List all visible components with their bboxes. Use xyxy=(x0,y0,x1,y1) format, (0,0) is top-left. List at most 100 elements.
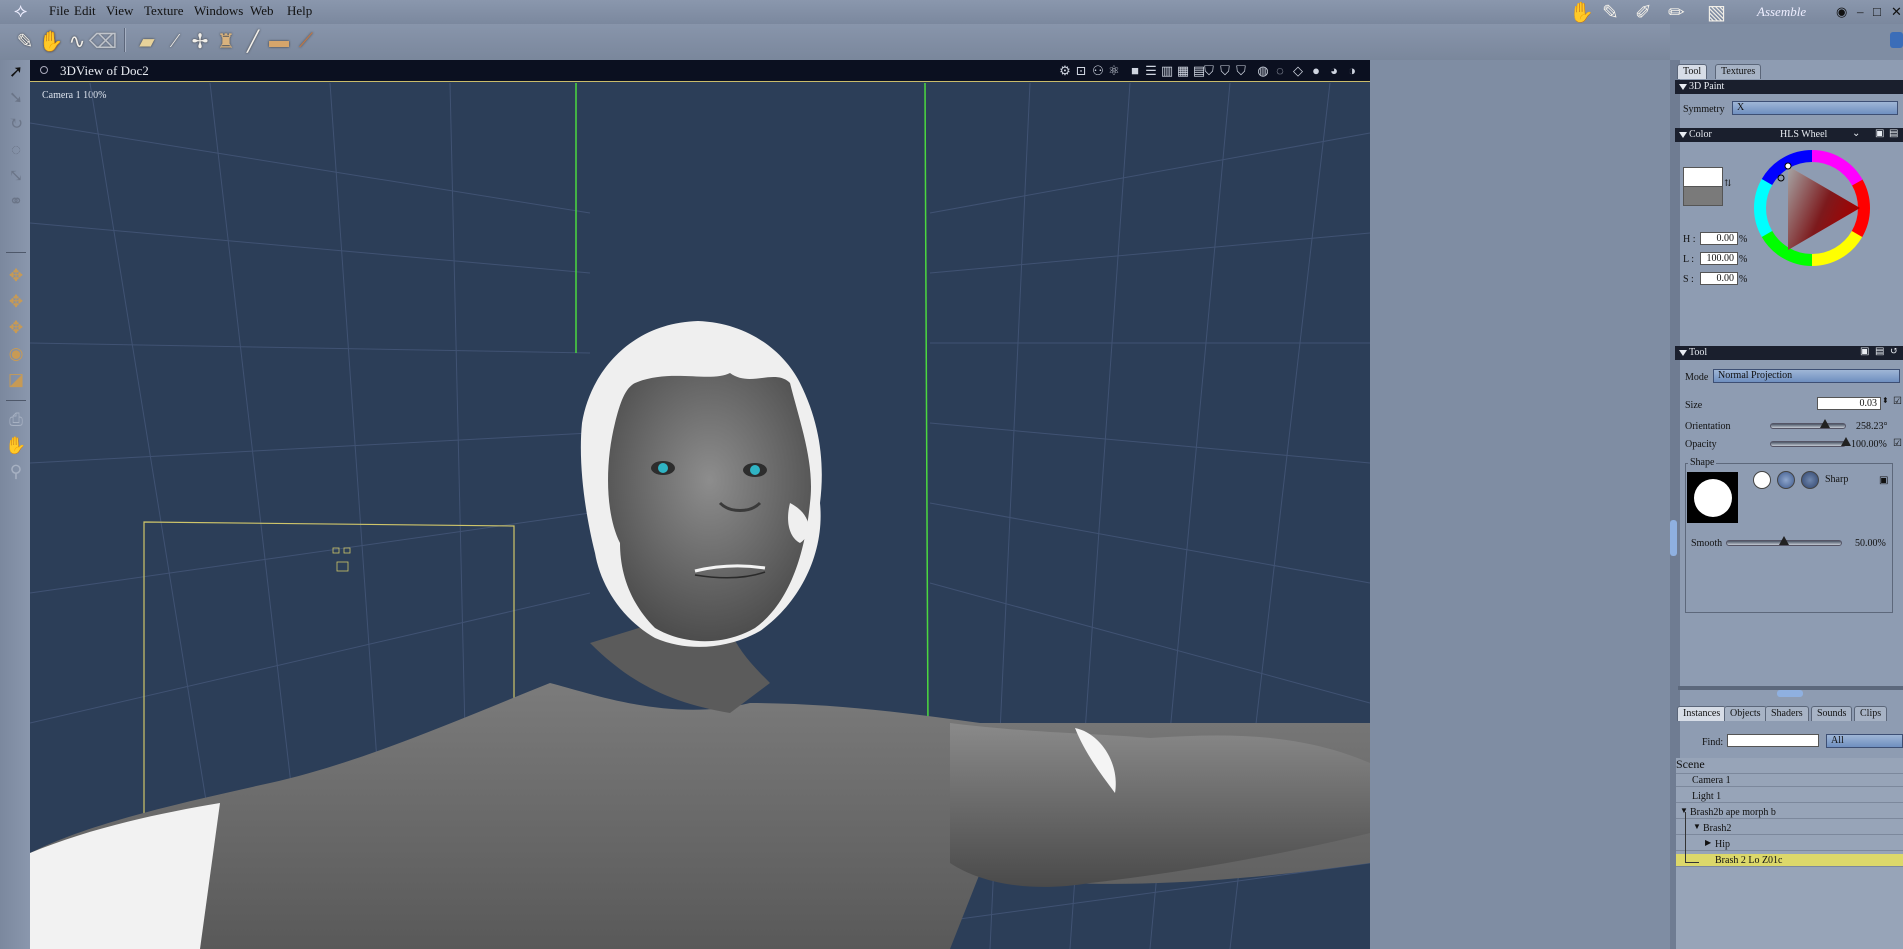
color-mode-dropdown[interactable]: HLS Wheel xyxy=(1780,129,1827,140)
tool-float-icon[interactable]: ▤ xyxy=(1875,346,1884,357)
3d-paint-tool-icon[interactable]: ✎ xyxy=(12,28,38,54)
tab-tool[interactable]: Tool xyxy=(1677,64,1708,79)
tab-sounds[interactable]: Sounds xyxy=(1811,706,1853,721)
smooth-shaded-icon[interactable]: ● xyxy=(1308,63,1324,79)
airbrush-icon[interactable]: ✢ xyxy=(187,28,213,54)
tree-item-brash2[interactable]: Brash2 xyxy=(1676,822,1903,835)
eye-icon[interactable]: ◉ xyxy=(1836,4,1847,20)
room-texture-map-icon[interactable]: ▧ xyxy=(1707,0,1726,25)
texture-sphere-icon[interactable]: ◑ xyxy=(1344,63,1360,79)
opacity-slider[interactable] xyxy=(1770,441,1846,447)
layout-single-icon[interactable]: ■ xyxy=(1127,63,1143,79)
panel-toggle-button[interactable] xyxy=(1890,32,1903,48)
gear-icon[interactable]: ⚛ xyxy=(1106,63,1122,79)
paint-bucket-icon[interactable]: ▰ xyxy=(134,28,160,54)
size-field[interactable]: 0.03 xyxy=(1817,397,1881,410)
menu-texture[interactable]: Texture xyxy=(144,3,184,19)
menu-help[interactable]: Help xyxy=(287,3,312,19)
panel-collapse-handle[interactable] xyxy=(1670,520,1677,556)
twist-icon[interactable]: ◌ xyxy=(4,138,28,162)
brush-icon[interactable]: ⁄ xyxy=(162,28,188,54)
tab-shaders[interactable]: Shaders xyxy=(1765,706,1809,721)
tab-instances[interactable]: Instances xyxy=(1677,706,1727,721)
shape-hard-icon[interactable] xyxy=(1753,471,1771,489)
chevron-down-icon[interactable]: ⌄ xyxy=(1852,128,1860,139)
viewport-scene[interactable] xyxy=(30,83,1370,949)
render-icon[interactable]: ⚙ xyxy=(1057,63,1073,79)
hls-color-wheel[interactable] xyxy=(1752,148,1872,268)
tree-item-figure[interactable]: Brash2b ape morph b xyxy=(1676,806,1903,819)
maximize-button[interactable]: □ xyxy=(1873,4,1881,20)
tab-clips[interactable]: Clips xyxy=(1854,706,1888,721)
find-input[interactable] xyxy=(1727,734,1819,747)
preview-icon[interactable]: ◍ xyxy=(1255,63,1271,79)
tree-item-light[interactable]: Light 1 xyxy=(1676,790,1903,803)
swap-colors-icon[interactable]: ⇅ xyxy=(1724,178,1732,189)
move-xy-icon[interactable]: ✥ xyxy=(4,264,28,288)
minimize-button[interactable]: – xyxy=(1857,4,1864,20)
l-field[interactable]: 100.00 xyxy=(1700,252,1738,265)
view-cube-icon[interactable]: ◪ xyxy=(4,368,28,392)
tree-item-hip[interactable]: Hip xyxy=(1676,838,1903,851)
mode-dropdown[interactable]: Normal Projection xyxy=(1713,369,1900,383)
pencil-icon[interactable]: ╱ xyxy=(240,28,266,54)
eraser-icon[interactable]: ⌫ xyxy=(89,28,117,54)
background-color-swatch[interactable] xyxy=(1683,186,1723,206)
tool-reset-icon[interactable]: ↺ xyxy=(1890,346,1898,357)
stamp-icon[interactable]: ♜ xyxy=(213,28,239,54)
smooth-brush-icon[interactable]: ∿ xyxy=(64,28,90,54)
shield-outline-icon[interactable]: ⛉ xyxy=(1233,63,1249,79)
menu-file[interactable]: File xyxy=(49,3,69,19)
menu-view[interactable]: View xyxy=(106,3,133,19)
link-icon[interactable]: ⚭ xyxy=(4,190,28,214)
scene-root[interactable]: Scene xyxy=(1676,758,1903,774)
opacity-checkbox[interactable]: ☑ xyxy=(1893,438,1902,449)
shield-icon[interactable]: ⛉ xyxy=(1201,63,1217,79)
shield-half-icon[interactable]: ⛉ xyxy=(1217,63,1233,79)
pattern-brush-icon[interactable]: ▬ xyxy=(266,28,292,54)
room-shape-icon[interactable]: ✎ xyxy=(1602,0,1619,25)
box-icon[interactable]: ◇ xyxy=(1290,63,1306,79)
lock-icon[interactable]: ⊡ xyxy=(1073,63,1089,79)
tab-textures[interactable]: Textures xyxy=(1715,64,1762,79)
tree-item-selected[interactable]: Brash 2 Lo Z01c xyxy=(1676,854,1903,867)
rotate-icon[interactable]: ↻ xyxy=(4,112,28,136)
layout-split-h-icon[interactable]: ☰ xyxy=(1143,63,1159,79)
orientation-slider[interactable] xyxy=(1770,423,1846,429)
panel-float-icon[interactable]: ▤ xyxy=(1889,128,1898,139)
section-3d-paint[interactable]: 3D Paint xyxy=(1675,80,1903,94)
eyedropper-icon[interactable]: ⟋ xyxy=(293,28,319,54)
wire-icon[interactable]: ◌ xyxy=(1272,63,1288,79)
s-field[interactable]: 0.00 xyxy=(1700,272,1738,285)
filter-dropdown[interactable]: All xyxy=(1826,734,1903,748)
pan-hand-icon[interactable]: ✋ xyxy=(4,434,28,458)
h-field[interactable]: 0.00 xyxy=(1700,232,1738,245)
foreground-color-swatch[interactable] xyxy=(1683,167,1723,187)
zoom-magnifier-icon[interactable]: ⚲ xyxy=(4,460,28,484)
select-arrow-icon[interactable]: ➚ xyxy=(4,60,28,84)
tree-item-camera[interactable]: Camera 1 xyxy=(1676,774,1903,787)
room-pose-icon[interactable]: ✋ xyxy=(1569,0,1594,25)
opacity-slider-thumb[interactable] xyxy=(1841,437,1851,446)
shape-soft-icon[interactable] xyxy=(1777,471,1795,489)
room-texture-icon[interactable]: ✏ xyxy=(1668,0,1685,25)
close-button[interactable]: ✕ xyxy=(1891,4,1902,20)
viewport-menu-icon[interactable] xyxy=(40,66,48,74)
move-xz-icon[interactable]: ✥ xyxy=(4,290,28,314)
brush-shape-preview[interactable] xyxy=(1687,472,1738,523)
layout-quad-icon[interactable]: ▦ xyxy=(1175,63,1191,79)
menu-windows[interactable]: Windows xyxy=(194,3,243,19)
move-yz-icon[interactable]: ✥ xyxy=(4,316,28,340)
orientation-slider-thumb[interactable] xyxy=(1819,419,1830,428)
grab-hand-icon[interactable]: ✋ xyxy=(38,28,64,54)
scale-icon[interactable]: ⤡ xyxy=(4,164,28,188)
menu-web[interactable]: Web xyxy=(250,3,274,19)
size-stepper[interactable]: ⬍ xyxy=(1882,396,1889,405)
smooth-slider-thumb[interactable] xyxy=(1779,536,1789,545)
shape-menu-icon[interactable]: ▣ xyxy=(1879,475,1888,486)
figure-icon[interactable]: ⚇ xyxy=(1090,63,1106,79)
camera-icon[interactable]: ⎙ xyxy=(4,408,28,432)
size-checkbox[interactable]: ☑ xyxy=(1893,396,1902,407)
shape-texture-icon[interactable] xyxy=(1801,471,1819,489)
symmetry-dropdown[interactable]: X xyxy=(1732,101,1898,115)
